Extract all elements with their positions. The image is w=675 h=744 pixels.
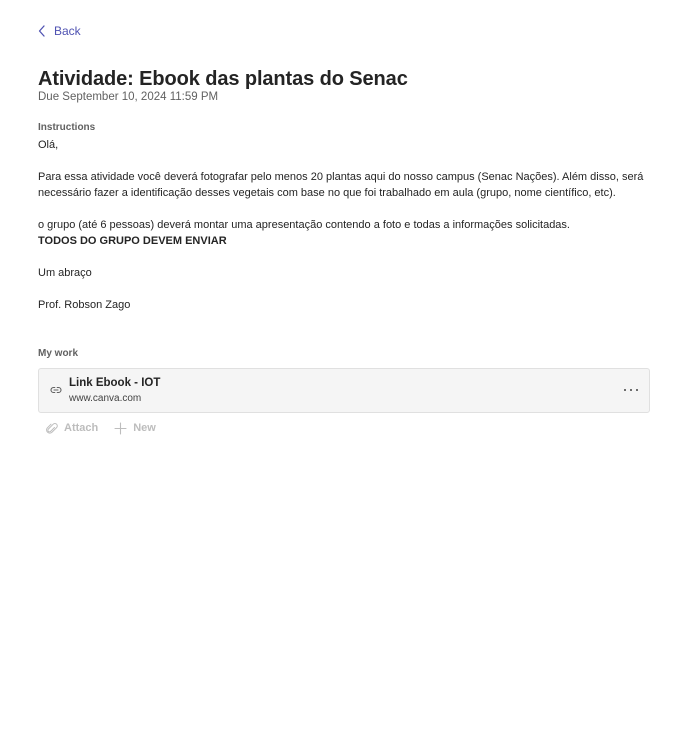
instructions-paragraph: TODOS DO GRUPO DEVEM ENVIAR [38, 235, 227, 247]
link-icon [50, 386, 62, 394]
assignment-title: Atividade: Ebook das plantas do Senac [38, 68, 408, 90]
back-label: Back [54, 24, 81, 38]
instructions-paragraph: Olá, [38, 139, 59, 151]
more-dot [635, 389, 638, 392]
more-dot [624, 389, 627, 392]
more-dot [629, 389, 633, 392]
work-item-card[interactable]: Link Ebook - IOT www.canva.com [38, 368, 650, 413]
my-work-label: My work [38, 348, 79, 359]
chevron-left-icon [38, 25, 45, 37]
instructions-paragraph: Prof. Robson Zago [38, 299, 131, 311]
new-label: New [133, 422, 156, 434]
work-item-url: www.canva.com [69, 393, 142, 404]
due-date: Due September 10, 2024 11:59 PM [38, 91, 219, 103]
instructions-paragraph: Um abraço [38, 267, 92, 279]
more-options-button[interactable] [623, 382, 639, 398]
attach-button[interactable]: Attach [46, 420, 98, 436]
instructions-paragraph: Para essa atividade você deverá fotograf… [38, 171, 644, 199]
instructions-paragraph: o grupo (até 6 pessoas) deverá montar um… [38, 219, 570, 231]
plus-icon [114, 421, 127, 435]
paperclip-icon [46, 422, 58, 434]
instructions-label: Instructions [38, 122, 96, 133]
back-button[interactable]: Back [38, 22, 81, 40]
new-button[interactable]: New [114, 420, 156, 436]
work-actions: Attach New [46, 420, 156, 436]
work-item-title[interactable]: Link Ebook - IOT [69, 377, 160, 389]
attach-label: Attach [64, 422, 99, 434]
